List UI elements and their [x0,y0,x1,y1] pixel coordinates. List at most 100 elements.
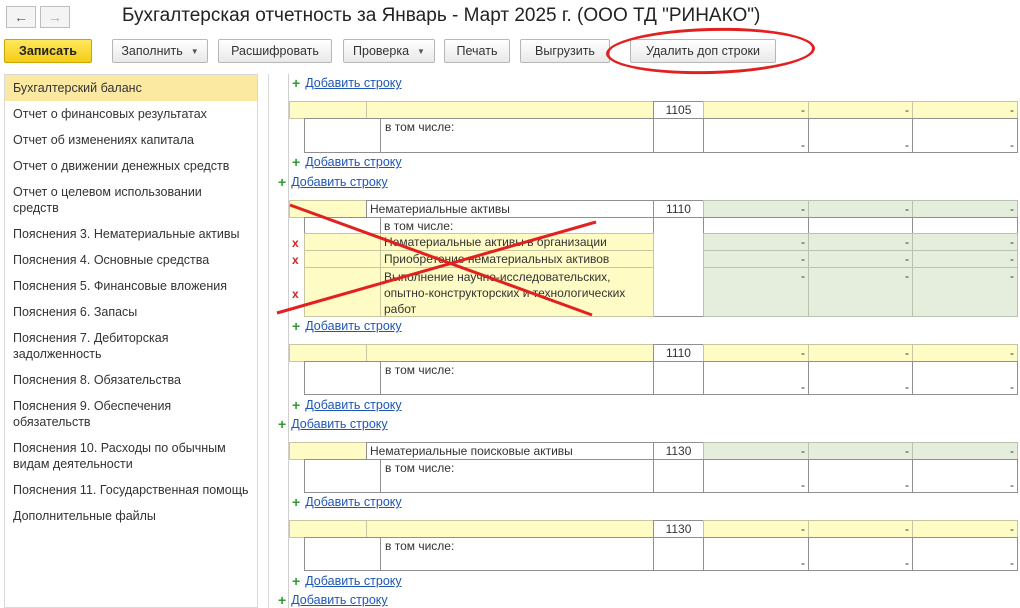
table-cell [653,118,704,153]
value-cell[interactable]: - [703,101,809,119]
add-row-link[interactable]: + Добавить строку [292,319,402,333]
plus-icon: + [278,416,287,432]
sidebar-item-note-7[interactable]: Пояснения 7. Дебиторская задолженность [5,325,257,367]
value-cell[interactable]: - [808,101,913,119]
add-row-link[interactable]: + Добавить строку [278,417,388,431]
table-cell[interactable] [289,344,367,362]
value-cell[interactable]: - [912,442,1018,460]
row-name: Нематериальные поисковые активы [366,442,654,460]
value-cell[interactable]: - [912,344,1018,362]
value-cell[interactable]: - [703,250,809,268]
table-cell[interactable] [289,200,367,218]
delete-row-icon[interactable]: x [292,287,299,301]
sidebar-item-note-10[interactable]: Пояснения 10. Расходы по обычным видам д… [5,435,257,477]
decode-button[interactable]: Расшифровать [218,39,332,63]
sub-item-name[interactable]: Приобретение нематериальных активов [380,250,654,268]
add-row-link[interactable]: + Добавить строку [278,593,388,607]
plus-icon: + [278,174,287,190]
sidebar-item-extra-files[interactable]: Дополнительные файлы [5,503,257,529]
sidebar-item-balance[interactable]: Бухгалтерский баланс [5,75,257,101]
table-cell[interactable] [289,520,367,538]
plus-icon: + [292,154,301,170]
table-cell[interactable] [304,267,381,317]
table-cell [653,537,704,571]
export-button[interactable]: Выгрузить [520,39,610,63]
sidebar-item-note-11[interactable]: Пояснения 11. Государственная помощь [5,477,257,503]
back-button[interactable]: ← [6,6,36,28]
add-row-link[interactable]: + Добавить строку [292,495,402,509]
save-button[interactable]: Записать [4,39,92,63]
table-cell[interactable] [366,101,654,119]
table-cell[interactable] [304,250,381,268]
sidebar-item-capital-changes[interactable]: Отчет об изменениях капитала [5,127,257,153]
value-cell[interactable]: - [703,537,809,571]
delete-row-icon[interactable]: x [292,253,299,267]
table-cell[interactable] [289,101,367,119]
value-cell[interactable]: - [703,344,809,362]
value-cell[interactable]: - [808,537,913,571]
add-row-link[interactable]: + Добавить строку [292,398,402,412]
sidebar: Бухгалтерский баланс Отчет о финансовых … [4,74,258,608]
delete-extra-rows-button[interactable]: Удалить доп строки [630,39,776,63]
check-button[interactable]: Проверка ▼ [343,39,435,63]
value-cell[interactable]: - [808,233,913,251]
value-cell[interactable]: - [808,118,913,153]
table-cell [304,459,381,493]
value-cell[interactable]: - [703,200,809,218]
fill-button[interactable]: Заполнить ▼ [112,39,208,63]
sidebar-item-note-9[interactable]: Пояснения 9. Обеспечения обязательств [5,393,257,435]
value-cell[interactable]: - [808,344,913,362]
value-cell[interactable]: - [912,520,1018,538]
table-cell[interactable] [304,233,381,251]
delete-row-icon[interactable]: x [292,236,299,250]
value-cell[interactable]: - [912,361,1018,395]
value-cell[interactable]: - [808,250,913,268]
value-cell[interactable]: - [703,459,809,493]
value-cell[interactable]: - [808,442,913,460]
plus-icon: + [292,573,301,589]
value-cell[interactable]: - [808,459,913,493]
sidebar-item-target-funds[interactable]: Отчет о целевом использовании средств [5,179,257,221]
sidebar-item-note-3[interactable]: Пояснения 3. Нематериальные активы [5,221,257,247]
sidebar-item-financial-results[interactable]: Отчет о финансовых результатах [5,101,257,127]
sub-item-name[interactable]: Нематериальные активы в организации [380,233,654,251]
table-cell[interactable] [366,520,654,538]
value-cell[interactable]: - [703,520,809,538]
row-code: 1130 [653,520,704,538]
forward-button[interactable]: → [40,6,70,28]
value-cell[interactable]: - [912,233,1018,251]
value-cell[interactable]: - [912,250,1018,268]
sidebar-item-note-6[interactable]: Пояснения 6. Запасы [5,299,257,325]
value-cell[interactable]: - [703,442,809,460]
value-cell[interactable]: - [703,361,809,395]
value-cell[interactable]: - [912,537,1018,571]
value-cell[interactable]: - [703,118,809,153]
value-cell[interactable]: - [703,233,809,251]
plus-icon: + [278,592,287,608]
value-cell[interactable]: - [808,361,913,395]
table-cell [808,217,913,234]
add-row-link[interactable]: + Добавить строку [292,574,402,588]
value-cell[interactable]: - [808,267,913,317]
value-cell[interactable]: - [912,101,1018,119]
value-cell[interactable]: - [912,267,1018,317]
value-cell[interactable]: - [703,267,809,317]
table-cell [653,361,704,395]
table-cell[interactable] [366,344,654,362]
table-cell[interactable] [289,442,367,460]
value-cell[interactable]: - [808,520,913,538]
value-cell[interactable]: - [912,200,1018,218]
sidebar-item-note-5[interactable]: Пояснения 5. Финансовые вложения [5,273,257,299]
value-cell[interactable]: - [808,200,913,218]
value-cell[interactable]: - [912,459,1018,493]
add-row-link[interactable]: + Добавить строку [292,76,402,90]
sidebar-item-cash-flow[interactable]: Отчет о движении денежных средств [5,153,257,179]
sub-item-name[interactable]: Выполнение научно-исследовательских, опы… [380,267,654,317]
sidebar-item-note-4[interactable]: Пояснения 4. Основные средства [5,247,257,273]
including-label: в том числе: [380,459,654,493]
sidebar-item-note-8[interactable]: Пояснения 8. Обязательства [5,367,257,393]
value-cell[interactable]: - [912,118,1018,153]
add-row-link[interactable]: + Добавить строку [278,175,388,189]
add-row-link[interactable]: + Добавить строку [292,155,402,169]
print-button[interactable]: Печать [444,39,510,63]
